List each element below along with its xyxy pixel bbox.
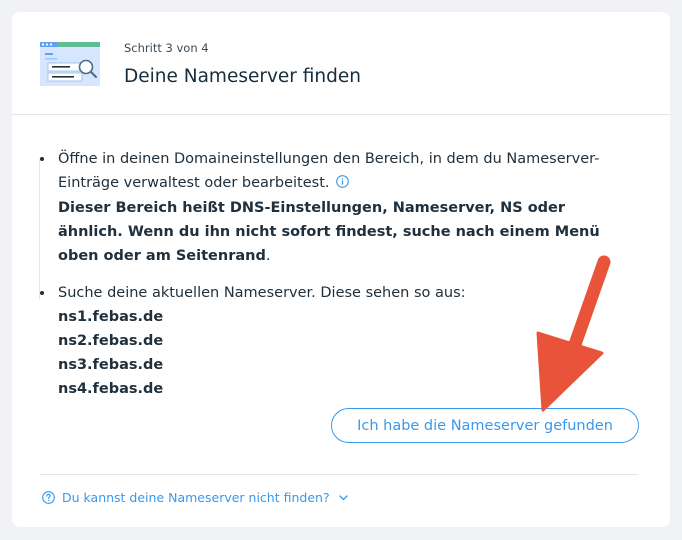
list-item: Suche deine aktuellen Nameserver. Diese … [40, 281, 630, 401]
list-item: Öffne in deinen Domaineinstellungen den … [40, 147, 630, 268]
instruction-bold: Dieser Bereich heißt DNS-Einstellungen, … [58, 200, 600, 264]
nameserver-value: ns4.febas.de [58, 381, 164, 397]
browser-search-illustration-icon [40, 42, 100, 86]
nameserver-value: ns1.febas.de [58, 309, 164, 325]
question-icon [42, 491, 55, 504]
help-link-label: Du kannst deine Nameserver nicht finden? [62, 490, 330, 505]
card-header: Schritt 3 von 4 Deine Nameserver finden [12, 12, 670, 115]
chevron-down-icon [338, 494, 348, 500]
nameserver-found-button[interactable]: Ich habe die Nameserver gefunden [331, 408, 639, 443]
nameserver-value: ns2.febas.de [58, 333, 164, 349]
step-card: Schritt 3 von 4 Deine Nameserver finden … [12, 12, 670, 527]
step-indicator: Schritt 3 von 4 [124, 41, 209, 55]
nameserver-value: ns3.febas.de [58, 357, 164, 373]
instruction-text: Suche deine aktuellen Nameserver. Diese … [58, 285, 466, 301]
info-icon[interactable] [335, 172, 349, 196]
cant-find-nameserver-link[interactable]: Du kannst deine Nameserver nicht finden? [42, 490, 348, 505]
page-title: Deine Nameserver finden [124, 66, 362, 87]
instruction-list: Öffne in deinen Domaineinstellungen den … [40, 147, 630, 401]
instruction-bold-text: Dieser Bereich heißt DNS-Einstellungen, … [58, 196, 630, 268]
instruction-text: Öffne in deinen Domaineinstellungen den … [58, 151, 600, 191]
instruction-period: . [265, 248, 271, 264]
divider [40, 474, 638, 475]
